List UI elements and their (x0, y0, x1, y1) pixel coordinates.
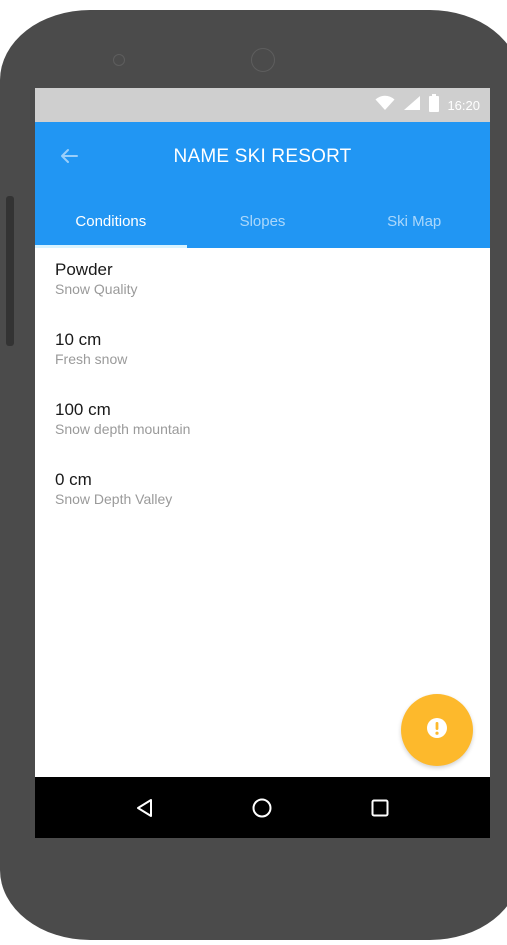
signal-icon (403, 95, 421, 116)
condition-value: Powder (55, 260, 113, 279)
condition-label: Snow Depth Valley (55, 491, 173, 507)
condition-label: Fresh snow (55, 351, 128, 367)
wifi-icon (375, 95, 395, 116)
home-circle-icon[interactable] (232, 777, 292, 838)
back-triangle-icon[interactable] (115, 777, 175, 838)
device-sensor-dot (113, 54, 125, 66)
battery-icon (429, 93, 440, 117)
condition-label: Snow Quality (55, 281, 138, 297)
condition-value: 10 cm (55, 330, 102, 349)
status-time: 16:20 (447, 97, 480, 113)
report-fab-button[interactable] (401, 694, 473, 766)
phone-screen: 16:20 NAME SKI RESORT Conditions Slopes … (35, 88, 490, 838)
condition-value: 100 cm (55, 400, 111, 419)
tab-conditions[interactable]: Conditions (35, 194, 187, 248)
alert-icon (426, 717, 448, 744)
active-tab-indicator (35, 245, 187, 248)
tab-slopes[interactable]: Slopes (187, 194, 339, 248)
status-bar: 16:20 (35, 88, 490, 122)
list-item-snow-depth-mountain: 100 cm Snow depth mountain (55, 400, 190, 438)
system-nav-bar (35, 777, 490, 838)
recents-square-icon[interactable] (350, 777, 410, 838)
page-title: NAME SKI RESORT (173, 146, 352, 167)
tab-bar: Conditions Slopes Ski Map (35, 194, 490, 248)
list-item-fresh-snow: 10 cm Fresh snow (55, 330, 127, 368)
app-bar: NAME SKI RESORT Conditions Slopes Ski Ma… (35, 122, 490, 248)
tab-ski-map[interactable]: Ski Map (338, 194, 490, 248)
list-item-snow-quality: Powder Snow Quality (55, 260, 137, 298)
device-side-button (6, 196, 14, 346)
list-item-snow-depth-valley: 0 cm Snow Depth Valley (55, 470, 172, 508)
device-front-camera (251, 48, 275, 72)
condition-value: 0 cm (55, 470, 92, 489)
condition-label: Snow depth mountain (55, 421, 191, 437)
